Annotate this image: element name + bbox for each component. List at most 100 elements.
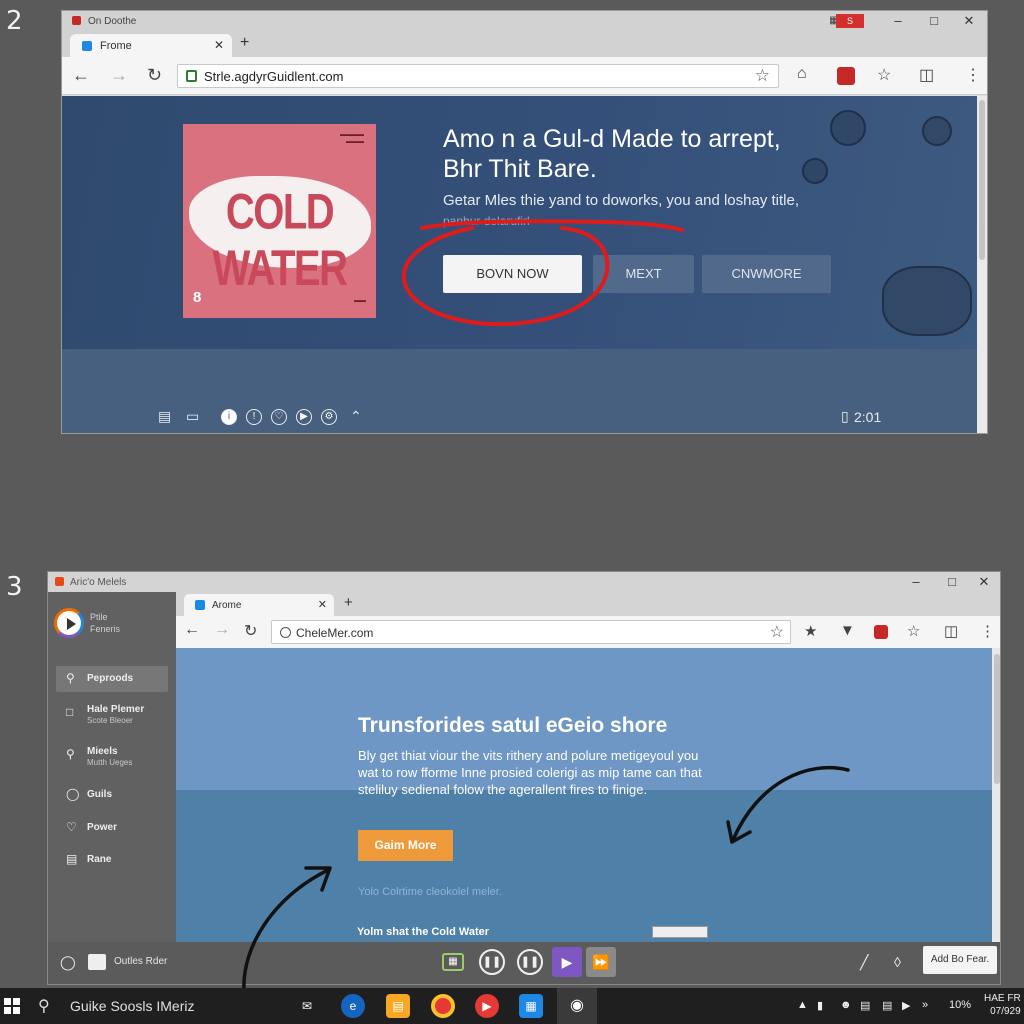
minimize-button[interactable]: – [882,11,914,31]
scrollbar-thumb[interactable] [994,654,1000,784]
star-outline-icon[interactable]: ☆ [907,622,920,640]
keyboard-icon[interactable]: ▤ [860,999,870,1012]
favorites-star-icon[interactable]: ☆ [877,65,891,85]
bag-icon[interactable] [88,954,106,970]
hero-banner: ▬▬▬▬ ▬▬▬ COLD WATER 8 ▬▬ Amo n a Gul-d Ma… [62,96,979,349]
maximize-button[interactable]: □ [918,11,950,31]
bookmark-star-icon[interactable]: ☆ [770,622,784,642]
battery-small-icon[interactable]: ▮ [817,999,823,1012]
sidebar-item-search[interactable]: ⚲ Peproods [56,666,168,692]
scrollbar[interactable] [977,96,987,433]
pen-icon[interactable]: ╱ [860,954,868,971]
os-taskbar: ⚲ Guike Soosls IMeriz ✉ e ▤ ▶ ▦ ◉ ▲ ▮ ☻ … [0,988,1024,1024]
wifi-icon[interactable]: » [922,999,928,1011]
system-clock[interactable]: HAE FR 07/929 [984,992,1021,1018]
search-icon[interactable]: ⚲ [38,996,50,1016]
square-icon: □ [66,705,74,719]
forward-icon[interactable]: → [214,621,230,639]
more-button[interactable]: CNWMORE [702,255,831,293]
status-circle-icon[interactable]: ◯ [60,954,76,971]
media-player-icon[interactable]: ▶ [475,994,499,1018]
sidebar-item-label: Peproods [87,673,134,684]
mini-controls[interactable] [652,926,708,938]
grid-icon[interactable]: ▦ [442,953,464,971]
minimize-button[interactable]: – [900,572,932,592]
tab-label: Arome [212,600,242,611]
phone-icon[interactable]: ▯ [841,408,849,425]
lyrics-icon[interactable]: ! [246,409,262,425]
sidebar-item-guide[interactable]: ◯ Guils [56,782,168,808]
back-icon[interactable]: ← [184,621,200,639]
chevron-up-icon[interactable]: ▲ [797,999,808,1011]
like-icon[interactable]: ♡ [271,409,287,425]
hero-headline: Amo n a Gul-d Made to arrept, Bhr Thit B… [443,124,781,184]
favorites-icon[interactable]: ★ [804,622,817,640]
reload-icon[interactable]: ↻ [147,65,162,86]
wifi-icon[interactable]: ▼ [840,622,855,639]
playlist-icon[interactable]: ▤ [158,408,171,425]
browser-tab[interactable]: Arome ✕ [184,594,334,616]
taskbar-search-text[interactable]: Guike Soosls IMeriz [70,998,194,1014]
decor-bubble [882,266,972,336]
more-menu-icon[interactable]: ⋮ [980,622,995,640]
network-icon[interactable]: ▤ [882,999,892,1012]
new-tab-icon[interactable]: + [240,34,249,52]
close-button[interactable]: ✕ [968,572,1000,592]
fast-forward-icon[interactable]: ⏩ [586,947,616,977]
badge-icon[interactable]: S [836,14,864,28]
sidebar-item-models[interactable]: ⚲ Mieels Mutth Ueges [56,742,168,768]
add-button[interactable]: Add Bo Fear. [923,946,997,974]
store-icon[interactable]: ▦ [519,994,543,1018]
chevron-up-icon[interactable]: ⌃ [350,408,362,425]
scrollbar-thumb[interactable] [979,100,985,260]
reload-icon[interactable]: ↻ [244,621,257,641]
sidebar-item-player[interactable]: □ Hale Plemer Scote Bleoer [56,700,168,726]
tag-icon[interactable]: ◊ [894,954,901,970]
back-icon[interactable]: ← [72,65,90,86]
settings-icon[interactable]: ⚙ [321,409,337,425]
close-button[interactable]: ✕ [953,11,985,31]
start-windows-icon[interactable] [4,998,20,1014]
play-icon[interactable]: ▶ [296,409,312,425]
tab-close-icon[interactable]: ✕ [214,38,224,52]
folder-icon[interactable]: ▤ [386,994,410,1018]
arrow-stroke [242,868,330,992]
address-bar[interactable]: CheleMer.com ☆ [271,620,791,644]
extension-icon[interactable] [874,625,888,639]
bookmark-star-icon[interactable]: ☆ [755,66,770,86]
album-cover[interactable]: ▬▬▬▬ ▬▬▬ COLD WATER 8 ▬▬ [183,124,376,318]
app-thumbnail-icon[interactable]: ▶ [552,947,582,977]
pause-icon-2[interactable]: ❚❚ [517,949,543,975]
film-icon: ▤ [66,852,78,866]
reader-icon[interactable]: ◫ [944,622,958,640]
sidebar-item-rane[interactable]: ▤ Rane [56,847,168,873]
browser-window-bottom: Aric'o Melels – □ ✕ Ptile Feneris ⚲ Pepr… [47,571,1001,985]
tab-label: Frome [100,40,132,52]
browser-tab[interactable]: Frome ✕ [70,34,232,57]
home-icon[interactable]: ⌂ [797,65,807,83]
chrome-icon[interactable] [431,994,455,1018]
sidebar-item-label: Rane [87,854,112,865]
address-bar[interactable]: Strle.agdyrGuidlent.com ☆ [177,64,779,88]
sidebar-item-power[interactable]: ♡ Power [56,815,168,841]
battery-percent[interactable]: 10% [949,999,971,1011]
new-tab-icon[interactable]: + [344,594,353,611]
maximize-button[interactable]: □ [936,572,968,592]
tab-close-icon[interactable]: ✕ [318,598,327,611]
people-icon[interactable]: ☻ [840,999,852,1011]
learn-more-button[interactable]: Gaim More [358,830,453,861]
mail-icon[interactable]: ✉ [295,994,319,1018]
scrollbar[interactable] [992,648,1000,942]
page-note[interactable]: Yolo Colrtime cleokolel meler. [358,886,502,898]
pocket-icon[interactable] [837,67,855,85]
volume-icon[interactable]: ▶ [902,999,910,1012]
sidebar-item-label: Mieels [87,746,118,757]
more-menu-icon[interactable]: ⋮ [965,65,981,85]
queue-icon[interactable]: ▭ [186,408,199,425]
reader-icon[interactable]: ◫ [919,65,934,85]
forward-icon[interactable]: → [110,65,128,86]
browser-active-icon[interactable]: ◉ [557,988,597,1024]
edge-icon[interactable]: e [341,994,365,1018]
info-icon[interactable]: i [221,409,237,425]
pause-icon[interactable]: ❚❚ [479,949,505,975]
